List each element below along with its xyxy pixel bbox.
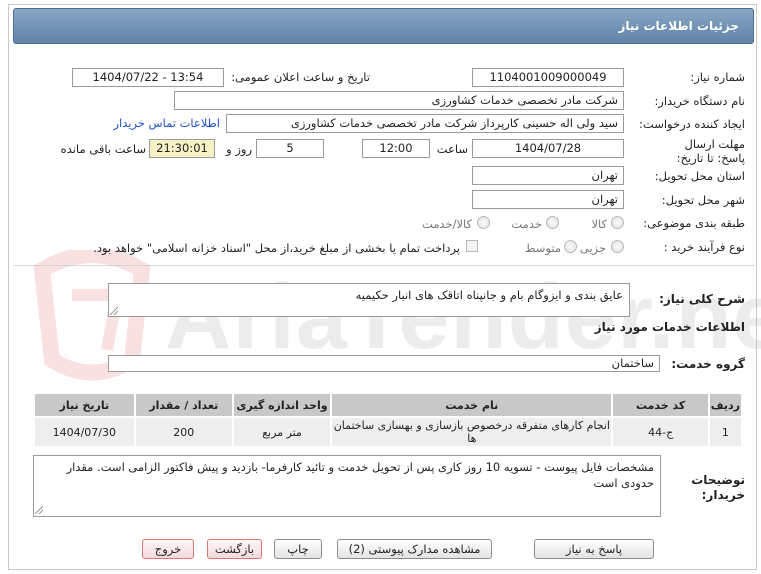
treasury-checkbox[interactable] [466, 240, 478, 252]
buyer-contact-link[interactable]: اطلاعات تماس خریدار [110, 116, 220, 130]
notes-resize-handle-icon[interactable] [35, 506, 43, 514]
radio-goods-service-label: کالا/خدمت [421, 217, 472, 231]
cell-date: 1404/07/30 [33, 416, 136, 448]
radio-goods[interactable] [611, 216, 624, 229]
process-label: نوع فرآیند خرید : [663, 240, 745, 254]
col-name: نام خدمت [330, 392, 614, 418]
radio-service[interactable] [546, 216, 559, 229]
print-button[interactable]: چاپ [274, 539, 322, 559]
buyer-notes-label: توضیحات خریدار: [691, 473, 745, 502]
radio-medium[interactable] [564, 240, 577, 253]
radio-medium-label: متوسط [524, 241, 561, 255]
exit-button[interactable]: خروج [142, 539, 194, 559]
col-date: تاریخ نیاز [33, 392, 136, 418]
cell-code: ج-44 [611, 416, 710, 448]
remaining-label: ساعت باقی مانده [60, 142, 146, 156]
services-table: ردیف کد خدمت نام خدمت واحد اندازه گیری ت… [33, 392, 744, 448]
page-title: جزئیات اطلاعات نیاز [618, 19, 739, 33]
days-label: روز و [226, 142, 252, 156]
category-label: طبقه بندی موضوعی: [643, 216, 745, 230]
divider [14, 265, 755, 266]
need-number-field: 1104001009000049 [472, 68, 624, 87]
summary-textarea[interactable]: عایق بندی و ایزوگام بام و جانپناه اتاقک … [108, 283, 630, 317]
col-code: کد خدمت [611, 392, 710, 418]
reply-button[interactable]: پاسخ به نیاز [534, 539, 654, 559]
announce-label: تاریخ و ساعت اعلان عمومی: [231, 70, 370, 84]
province-label: استان محل تحویل: [654, 169, 745, 183]
col-unit: واحد اندازه گیری [231, 392, 333, 418]
remaining-time-field: 21:30:01 [149, 139, 215, 158]
cell-name: انجام کارهای متفرقه درخصوص بازسازی و بهس… [330, 416, 614, 448]
col-index: ردیف [707, 392, 744, 418]
service-group-field: ساختمان [108, 355, 660, 372]
province-field: تهران [472, 166, 624, 185]
service-group-label: گروه خدمت: [671, 357, 745, 371]
table-row: 1 ج-44 انجام کارهای متفرقه درخصوص بازساز… [33, 416, 744, 448]
cell-qty: 200 [133, 416, 234, 448]
cell-index: 1 [707, 416, 744, 448]
back-button[interactable]: بازگشت [207, 539, 262, 559]
resize-handle-icon[interactable] [110, 307, 118, 315]
buyer-notes-textarea[interactable]: مشخصات فایل پیوست - تسویه 10 روز کاری پس… [33, 455, 661, 517]
days-field: 5 [256, 139, 324, 158]
city-label: شهر محل تحویل: [661, 193, 745, 207]
deadline-date-field: 1404/07/28 [472, 139, 624, 158]
deadline-label: مهلت ارسال پاسخ: تا تاریخ: [676, 137, 745, 165]
announce-field: 1404/07/22 - 13:54 [72, 68, 224, 87]
buyer-org-field: شرکت مادر تخصصی خدمات کشاورزی [174, 91, 624, 110]
payment-note: پرداخت تمام یا بخشی از مبلغ خرید،از محل … [93, 241, 460, 255]
requester-label: ایجاد کننده درخواست: [639, 117, 745, 131]
page-header: جزئیات اطلاعات نیاز [13, 8, 754, 44]
need-number-label: شماره نیاز: [690, 70, 745, 84]
summary-label: شرح کلی نیاز: [659, 292, 745, 306]
radio-service-label: خدمت [511, 217, 542, 231]
deadline-time-label: ساعت [436, 142, 468, 156]
radio-minor[interactable] [611, 240, 624, 253]
requester-field: سید ولی اله حسینی کارپرداز شرکت مادر تخص… [226, 114, 624, 133]
services-title: اطلاعات خدمات مورد نیاز [594, 320, 745, 334]
radio-goods-service[interactable] [477, 216, 490, 229]
buyer-org-label: نام دستگاه خریدار: [654, 94, 745, 108]
col-qty: تعداد / مقدار [133, 392, 234, 418]
radio-goods-label: کالا [591, 217, 607, 231]
view-docs-button[interactable]: مشاهده مدارک پیوستی (2) [337, 539, 492, 559]
cell-unit: متر مربع [231, 416, 333, 448]
table-header-row: ردیف کد خدمت نام خدمت واحد اندازه گیری ت… [33, 392, 744, 418]
deadline-time-field: 12:00 [362, 139, 430, 158]
city-field: تهران [472, 190, 624, 209]
